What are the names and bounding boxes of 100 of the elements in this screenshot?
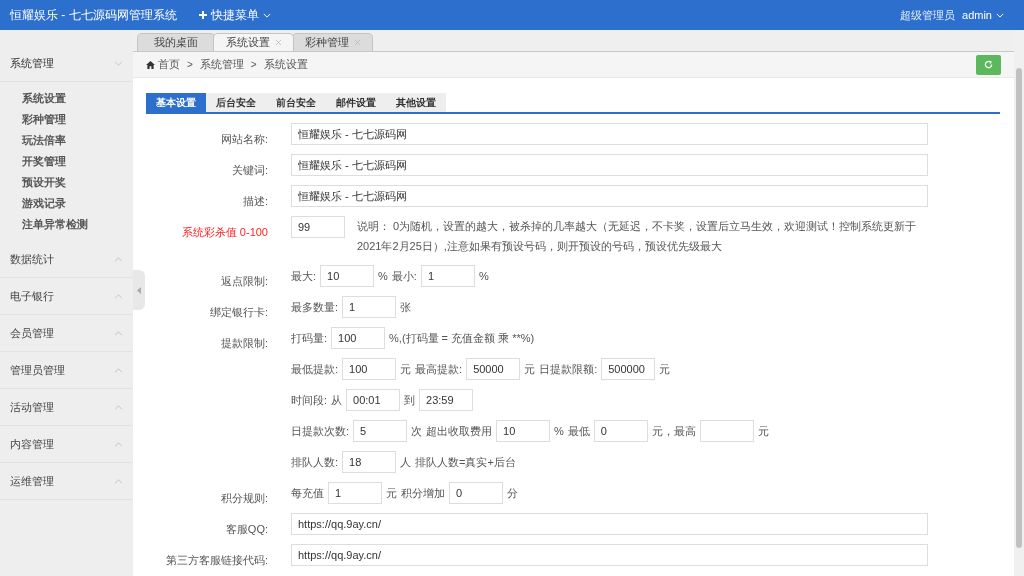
number-field[interactable]: 10 <box>496 420 551 442</box>
field-text: 次 <box>411 423 423 439</box>
field-text: 最小: <box>391 268 417 284</box>
page-tab[interactable]: 我的桌面 <box>137 33 215 51</box>
number-field[interactable]: 100 <box>342 358 397 380</box>
sidebar-group[interactable]: 数据统计 <box>0 241 133 278</box>
field-text: 到 <box>404 392 416 408</box>
number-field[interactable]: 50000 <box>466 358 521 380</box>
field-text: 人 <box>400 454 412 470</box>
field-text: 积分增加 <box>401 485 445 501</box>
breadcrumb-separator: > <box>250 58 257 72</box>
sidebar-item[interactable]: 系统设置 <box>0 88 133 109</box>
number-field[interactable]: 0 <box>593 420 648 442</box>
chevron-icon <box>114 478 123 484</box>
field-text: 打码量: <box>291 330 328 346</box>
user-menu-button[interactable]: admin <box>962 6 1004 24</box>
field-text: 日提款次数: <box>291 423 350 439</box>
text-field[interactable]: 恒耀娱乐 - 七七源码网 <box>291 185 928 207</box>
quick-menu-button[interactable]: 快捷菜单 <box>198 6 271 24</box>
close-icon[interactable] <box>276 40 281 45</box>
page-tab[interactable]: 彩种管理 <box>292 33 373 51</box>
text-field[interactable]: https://qq.9ay.cn/ <box>291 544 928 566</box>
sidebar-item[interactable]: 玩法倍率 <box>0 130 133 151</box>
chevron-icon <box>114 367 123 373</box>
sidebar-item[interactable]: 彩种管理 <box>0 109 133 130</box>
chevron-icon <box>114 60 123 66</box>
app-title: 恒耀娱乐 - 七七源码网管理系统 <box>10 7 177 24</box>
number-field[interactable]: 500000 <box>601 358 656 380</box>
sidebar-item[interactable]: 预设开奖 <box>0 172 133 193</box>
field-text: 最低提款: <box>291 361 339 377</box>
text-field[interactable]: 恒耀娱乐 - 七七源码网 <box>291 123 928 145</box>
number-field[interactable]: 23:59 <box>419 389 474 411</box>
field-text: 日提款限额: <box>539 361 598 377</box>
sidebar-group[interactable]: 活动管理 <box>0 389 133 426</box>
collapse-handle[interactable] <box>133 270 145 310</box>
refresh-button[interactable] <box>976 54 1001 75</box>
breadcrumb-link[interactable]: 系统管理 <box>199 56 244 73</box>
sidebar-group[interactable]: 运维管理 <box>0 463 133 500</box>
field-text: 张 <box>400 299 412 315</box>
sidebar-group[interactable]: 内容管理 <box>0 426 133 463</box>
field-text: 元 <box>400 361 412 377</box>
sidebar-item[interactable]: 注单异常检测 <box>0 214 133 235</box>
field-label: 积分规则: <box>220 492 268 504</box>
field-label: 描述: <box>242 195 268 207</box>
breadcrumb-link[interactable]: 首页 <box>158 56 180 73</box>
field-text: 每充值 <box>291 485 324 501</box>
breadcrumb-separator: > <box>187 58 193 72</box>
chevron-icon <box>114 330 123 336</box>
chevron-icon <box>114 293 123 299</box>
number-field[interactable]: 99 <box>291 216 345 238</box>
sidebar-group[interactable]: 会员管理 <box>0 315 133 352</box>
chevron-icon <box>114 441 123 447</box>
number-field[interactable]: 1 <box>328 482 382 504</box>
field-label: 系统彩杀值 0-100 <box>181 226 268 238</box>
field-label: 关键词: <box>231 164 268 176</box>
field-text: 最大: <box>291 268 317 284</box>
home-icon <box>146 60 155 69</box>
text-field[interactable]: https://qq.9ay.cn/ <box>291 513 928 535</box>
number-field[interactable] <box>699 420 754 442</box>
field-text: 最高提款: <box>415 361 463 377</box>
sidebar-item[interactable]: 开奖管理 <box>0 151 133 172</box>
number-field[interactable]: 1 <box>342 296 397 318</box>
number-field[interactable]: 1 <box>420 265 475 287</box>
chevron-down-icon <box>996 12 1004 18</box>
plus-icon <box>198 11 207 19</box>
sidebar-group[interactable]: 管理员管理 <box>0 352 133 389</box>
number-field[interactable]: 5 <box>353 420 408 442</box>
field-text: 元 <box>659 361 671 377</box>
sidebar-item[interactable]: 游戏记录 <box>0 193 133 214</box>
field-text: 最低 <box>567 423 590 439</box>
number-field[interactable]: 0 <box>449 482 503 504</box>
scrollbar[interactable] <box>1014 30 1024 576</box>
settings-tab[interactable]: 其他设置 <box>386 93 446 112</box>
close-icon[interactable] <box>355 40 360 45</box>
field-text: % <box>554 423 564 439</box>
text-field[interactable]: 恒耀娱乐 - 七七源码网 <box>291 154 928 176</box>
note-text: 说明： 0为随机，设置的越大，被杀掉的几率越大（无延迟，不卡奖，设置后立马生效，欢迎测试！控制系统更新于2021年2月25日）,注意如果有预设号码，则开预设的号码，预设优先级最大 <box>357 219 918 254</box>
field-label: 返点限制: <box>220 275 268 287</box>
refresh-icon <box>984 60 993 69</box>
number-field[interactable]: 100 <box>331 327 386 349</box>
settings-tab[interactable]: 前台安全 <box>266 93 326 112</box>
field-text: 元 <box>524 361 536 377</box>
settings-tab[interactable]: 基本设置 <box>146 93 206 112</box>
settings-tab[interactable]: 后台安全 <box>206 93 266 112</box>
field-label: 网站名称: <box>220 133 268 145</box>
field-text: % <box>378 268 388 284</box>
settings-tab[interactable]: 邮件设置 <box>326 93 386 112</box>
chevron-icon <box>114 404 123 410</box>
number-field[interactable]: 18 <box>342 451 397 473</box>
field-text: 时间段: <box>291 392 328 408</box>
field-text: 元，最高 <box>651 423 696 439</box>
field-label: 提款限制: <box>220 337 268 349</box>
number-field[interactable]: 00:01 <box>346 389 401 411</box>
field-text: 排队人数: <box>291 454 339 470</box>
field-label: 客服QQ: <box>225 523 268 535</box>
chevron-down-icon <box>262 12 271 18</box>
number-field[interactable]: 10 <box>320 265 375 287</box>
field-label: 第三方客服链接代码: <box>165 554 268 566</box>
field-text: %,(打码量 = 充值金额 乘 **%) <box>389 330 535 346</box>
page-tab[interactable]: 系统设置 <box>213 33 294 51</box>
